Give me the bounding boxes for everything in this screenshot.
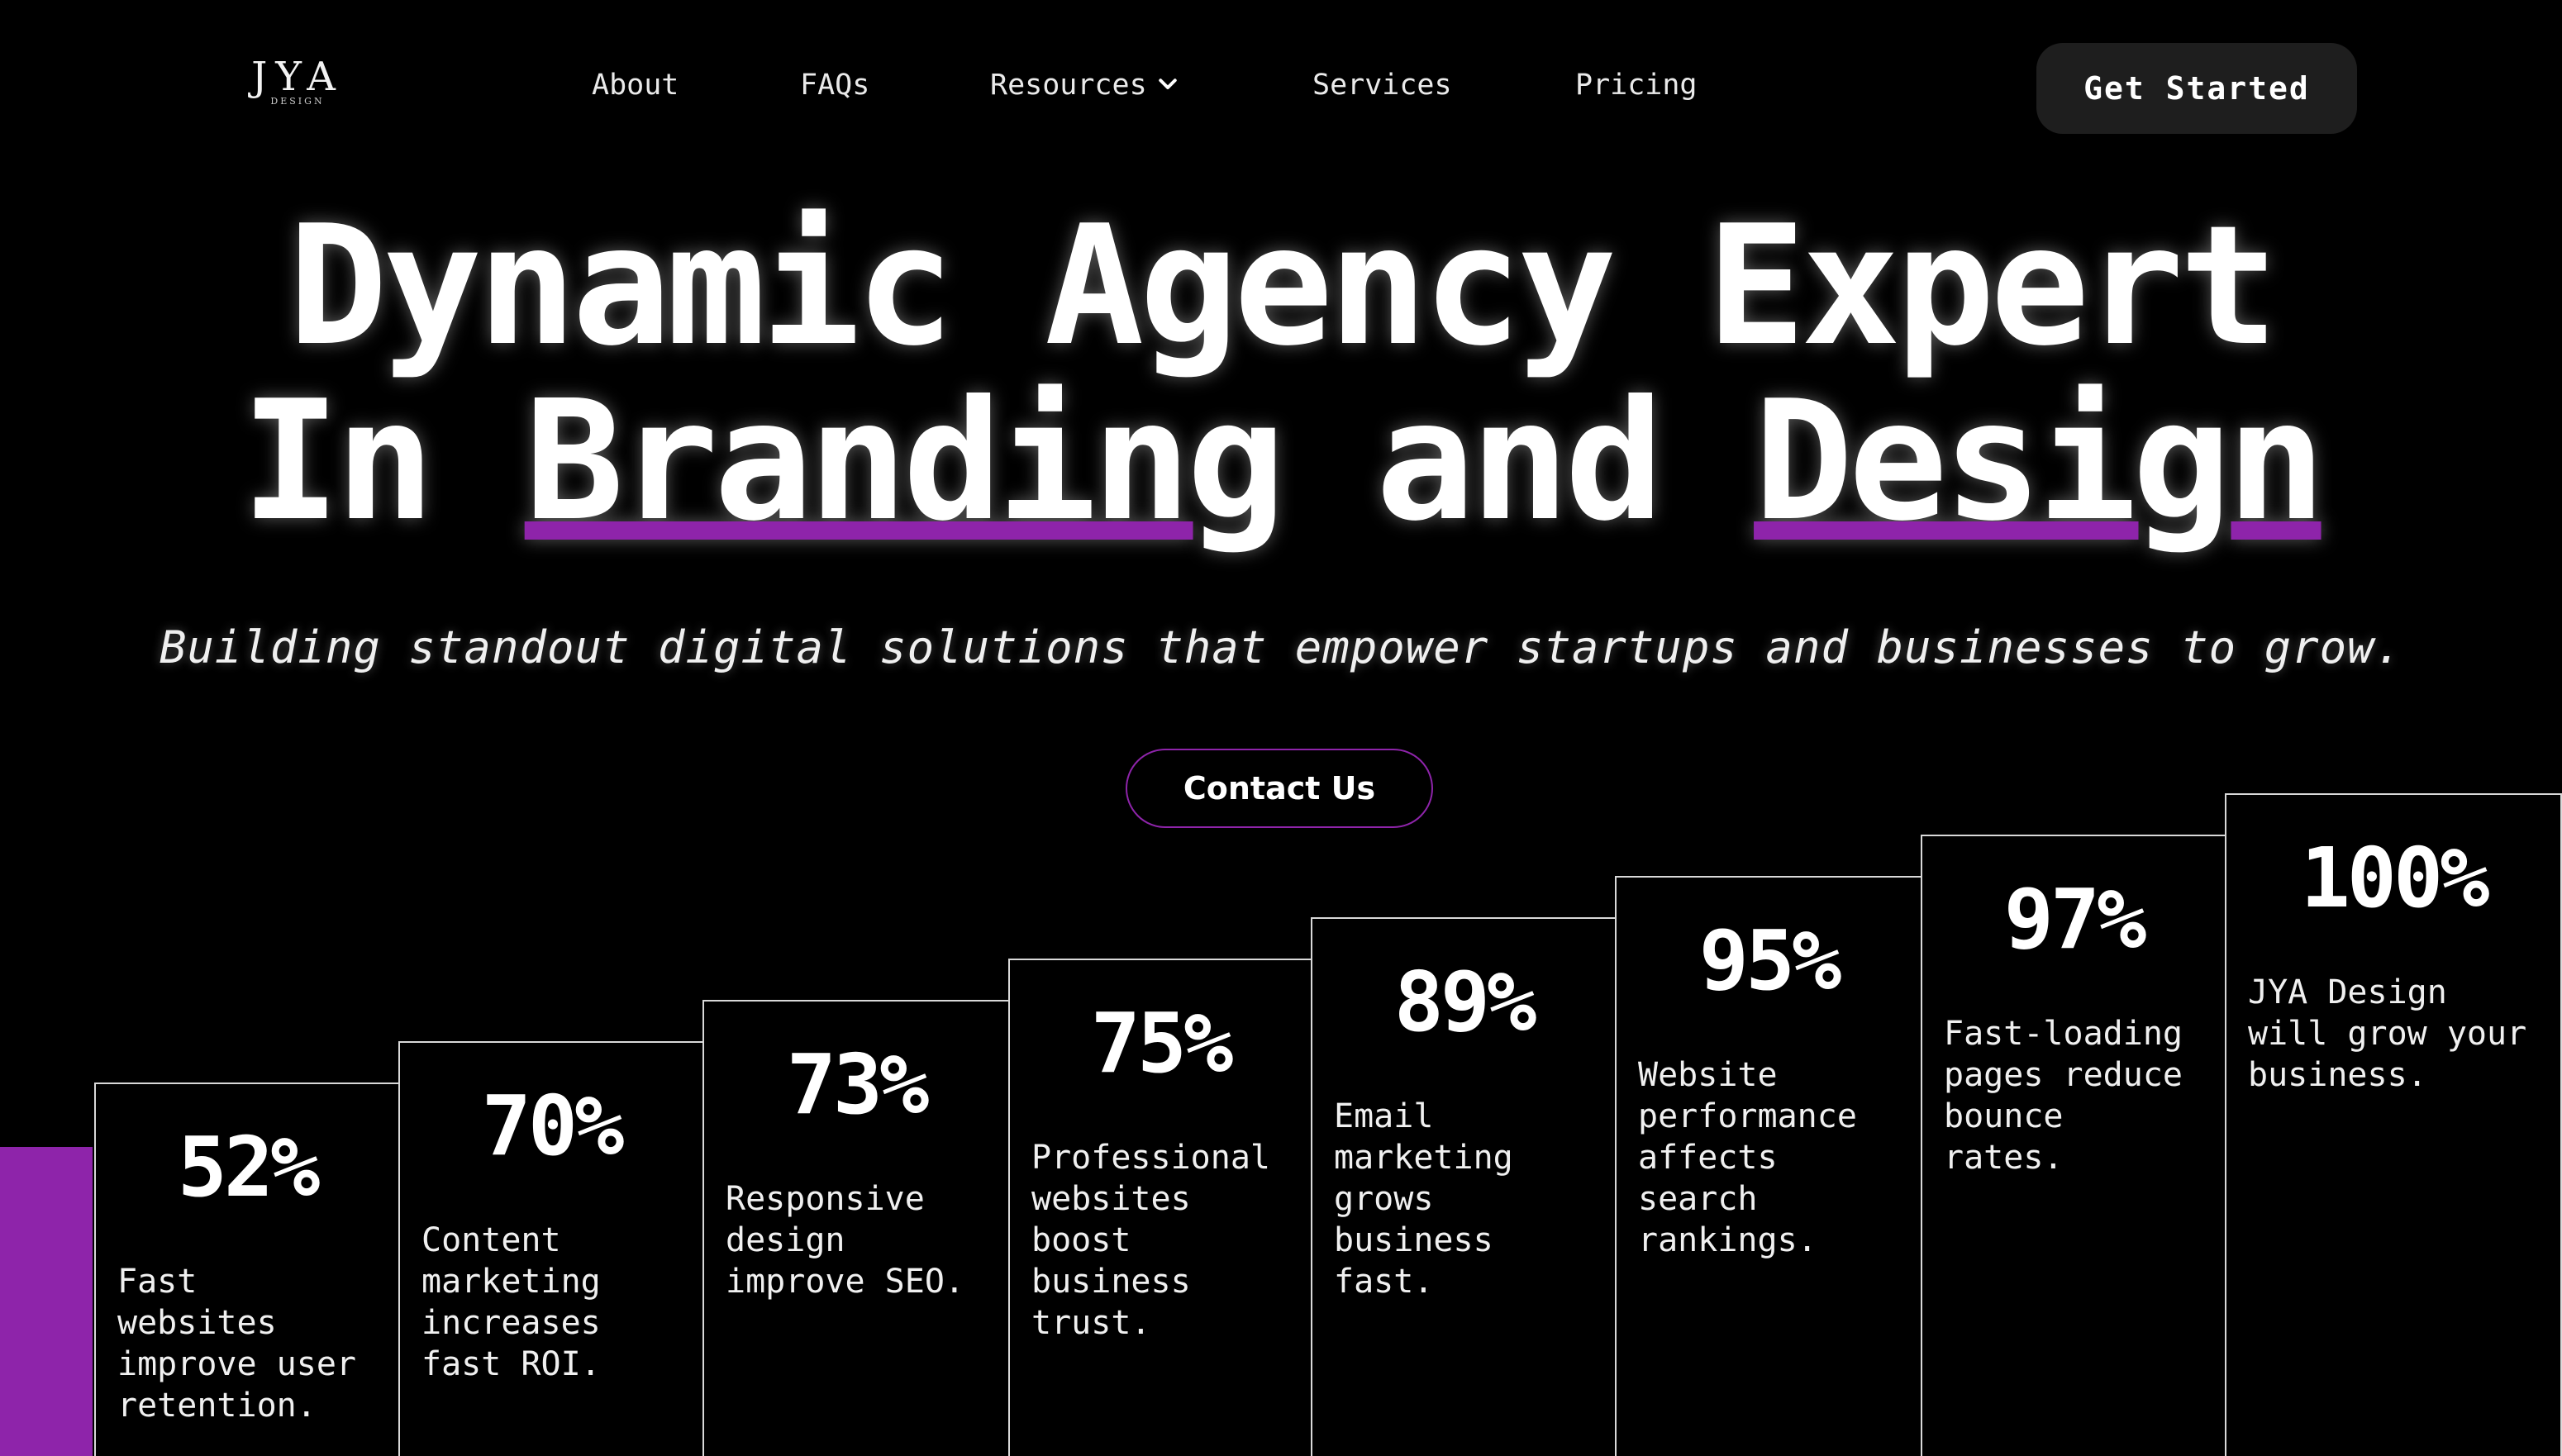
brand-logo[interactable]: JYA DESIGN — [241, 55, 354, 109]
nav-about[interactable]: About — [592, 64, 679, 106]
highlight-design: Design — [1754, 365, 2326, 558]
hero-subtitle: Building standout digital solutions that… — [159, 621, 2403, 673]
stat-card: 97% Fast-loading pages reduce bounce rate… — [1921, 835, 2226, 1456]
logo-subtext: DESIGN — [270, 96, 325, 107]
stat-value: 95% — [1698, 912, 1842, 1009]
chevron-down-icon — [1158, 79, 1177, 89]
stat-value: 73% — [786, 1036, 930, 1133]
stat-value: 52% — [177, 1119, 321, 1216]
hero-heading-line-2: In Branding and Design — [0, 375, 2562, 549]
nav-resources[interactable]: Resources — [990, 64, 1180, 106]
stat-description: Responsive design improve SEO. — [726, 1180, 964, 1301]
stat-value: 70% — [481, 1078, 625, 1174]
highlight-branding: Branding — [524, 365, 1286, 558]
stat-card: 100% JYA Design will grow your business. — [2225, 793, 2562, 1456]
accent-bar — [0, 1147, 93, 1456]
stat-description: Email marketing grows business fast. — [1334, 1097, 1513, 1301]
stat-value: 100% — [2300, 830, 2490, 926]
logo-text: JYA — [251, 54, 344, 100]
hero-heading-line-1: Dynamic Agency Expert — [288, 190, 2279, 383]
stat-value: 75% — [1090, 995, 1234, 1092]
stat-value: 89% — [1393, 954, 1537, 1050]
stat-description: Fast-loading pages reduce bounce rates. — [1944, 1015, 2183, 1177]
stat-card: 95% Website performance affects search ra… — [1615, 876, 1922, 1456]
stat-card: 70% Content marketing increases fast ROI. — [398, 1041, 704, 1456]
stat-description: Content marketing increases fast ROI. — [421, 1221, 601, 1383]
nav-resources-label: Resources — [990, 69, 1147, 102]
contact-us-button[interactable]: Contact Us — [1126, 749, 1433, 828]
stat-description: JYA Design will grow your business. — [2248, 973, 2527, 1094]
stat-description: Professional websites boost business tru… — [1031, 1139, 1270, 1342]
stat-value: 97% — [2003, 871, 2147, 968]
stat-card: 52% Fast websites improve user retention. — [94, 1082, 400, 1456]
stat-card: 75% Professional websites boost business … — [1008, 959, 1312, 1456]
hero-line2-mid: and — [1280, 365, 1755, 558]
get-started-button[interactable]: Get Started — [2036, 43, 2357, 134]
hero-line2-prefix: In — [240, 365, 525, 558]
stat-card: 89% Email marketing grows business fast. — [1311, 917, 1617, 1456]
nav-services[interactable]: Services — [1312, 64, 1452, 106]
nav-faqs[interactable]: FAQs — [800, 64, 869, 106]
landing-page: JYA DESIGN About FAQs Resources Services… — [0, 0, 2562, 1456]
stat-description: Fast websites improve user retention. — [117, 1263, 356, 1425]
stat-card: 73% Responsive design improve SEO. — [702, 1000, 1010, 1456]
stat-description: Website performance affects search ranki… — [1638, 1056, 1857, 1259]
nav-pricing[interactable]: Pricing — [1575, 64, 1698, 106]
